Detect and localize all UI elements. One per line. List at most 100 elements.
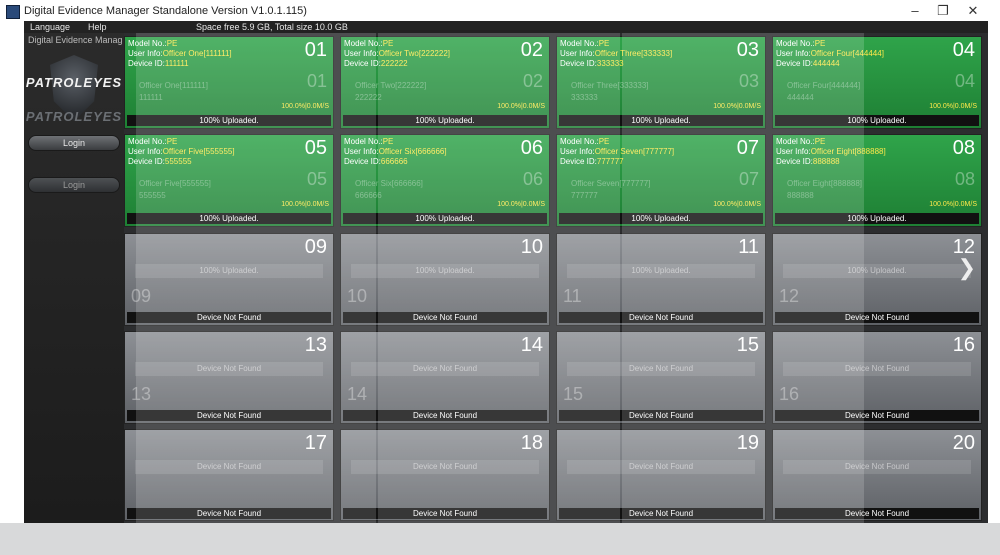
device-slot[interactable]: 09 100% Uploaded. 09 Device Not Found [124,233,334,326]
device-tile[interactable]: 02 Model No.:PE User Info:Officer Two[2222… [340,36,550,129]
device-field: Device ID:777777 [560,157,624,166]
device-slot[interactable]: 10 100% Uploaded. 10 Device Not Found [340,233,550,326]
title-bar: Digital Evidence Manager Standalone Vers… [0,0,1000,22]
slot-number: 09 [304,236,327,258]
device-number-ghost: 02 [522,71,543,91]
device-field: User Info:Officer Six[666666] [344,147,447,156]
device-slot[interactable]: 20 Device Not Found Device Not Found [772,429,982,521]
device-tile[interactable]: 03 Model No.:PE User Info:Officer Three[33… [556,36,766,129]
device-field: Model No.:PE [128,39,177,48]
slot-status: Device Not Found [343,312,547,323]
device-number: 04 [952,39,975,61]
field-value: 222222 [380,59,408,68]
device-tile[interactable]: 05 Model No.:PE User Info:Officer Five[555… [124,134,334,227]
field-label: Device ID: [128,157,165,166]
device-slot[interactable]: 17 Device Not Found Device Not Found [124,429,334,521]
device-field: Device ID:444444 [776,59,840,68]
device-field: Model No.:PE [128,137,177,146]
device-field: Device ID:888888 [776,157,840,166]
field-value: PE [814,137,826,146]
field-value: Officer Six[666666] [378,147,447,156]
minimize-button[interactable]: – [900,3,930,19]
slot-status: Device Not Found [559,410,763,421]
field-label: User Info: [344,49,379,58]
field-value: PE [166,137,178,146]
upload-status: 100% Uploaded. [559,115,763,126]
upload-status: 100% Uploaded. [559,213,763,224]
slot-status-ghost: Device Not Found [567,460,755,474]
logo: PATROLEYES [25,75,123,90]
slot-status-ghost: 100% Uploaded. [351,264,539,278]
field-label: Device ID: [344,59,381,68]
device-field: Device ID:111111 [128,59,189,68]
device-number-ghost: 07 [738,169,759,189]
field-value: Officer Five[555555] [162,147,235,156]
ghost-user: Officer Three[333333] [571,81,649,90]
menu-help[interactable]: Help [88,21,107,33]
device-tile[interactable]: 08 Model No.:PE User Info:Officer Eight[88… [772,134,982,227]
ghost-user: Officer Two[222222] [355,81,427,90]
device-number: 03 [736,39,759,61]
app-body: Digital Evidence Manag PATROLEYES PATROL… [24,33,988,523]
device-tile[interactable]: 07 Model No.:PE User Info:Officer Seven[77… [556,134,766,227]
device-field: User Info:Officer One[111111] [128,49,232,58]
upload-status: 100% Uploaded. [127,115,331,126]
device-slot[interactable]: 11 100% Uploaded. 11 Device Not Found [556,233,766,326]
ghost-id: 666666 [355,191,382,200]
upload-progress: 100.0%|0.0M/S [929,103,977,110]
field-label: Device ID: [344,157,381,166]
field-value: 333333 [596,59,624,68]
ghost-user: Officer Five[555555] [139,179,211,188]
next-page-icon[interactable]: ❯ [958,255,976,281]
menu-bar: Language Help Space free 5.9 GB, Total s… [24,21,988,33]
device-slot[interactable]: 18 Device Not Found Device Not Found [340,429,550,521]
upload-progress: 100.0%|0.0M/S [281,103,329,110]
device-field: Model No.:PE [560,39,609,48]
field-value: PE [382,137,394,146]
slot-number-ghost: 15 [563,384,584,404]
device-field: Model No.:PE [776,39,825,48]
bottom-band [0,523,1000,555]
device-number-ghost: 03 [738,71,759,91]
field-value: 777777 [596,157,624,166]
slot-number: 15 [736,334,759,356]
slot-status-ghost: Device Not Found [351,460,539,474]
device-number-ghost: 04 [954,71,975,91]
device-slot[interactable]: 14 Device Not Found 14 Device Not Found [340,331,550,424]
slot-status-ghost: 100% Uploaded. [135,264,323,278]
slot-status-ghost: Device Not Found [351,362,539,376]
field-value: Officer Four[444444] [810,49,884,58]
field-label: Model No.: [560,137,599,146]
ghost-id: 888888 [787,191,814,200]
device-tile[interactable]: 04 Model No.:PE User Info:Officer Four[444… [772,36,982,129]
device-tile[interactable]: 01 Model No.:PE User Info:Officer One[1111… [124,36,334,129]
device-slot[interactable]: 16 Device Not Found 16 Device Not Found [772,331,982,424]
device-slot[interactable]: 13 Device Not Found 13 Device Not Found [124,331,334,424]
device-field: Model No.:PE [560,137,609,146]
field-value: 888888 [812,157,840,166]
close-button[interactable]: ✕ [958,3,988,19]
storage-info: Space free 5.9 GB, Total size 10.0 GB [196,22,348,32]
slot-number: 17 [304,432,327,454]
field-value: Officer Two[222222] [378,49,450,58]
slot-number: 19 [736,432,759,454]
slot-number-ghost: 16 [779,384,800,404]
upload-status: 100% Uploaded. [775,213,979,224]
maximize-button[interactable]: ❐ [928,3,958,19]
device-slot[interactable]: 15 Device Not Found 15 Device Not Found [556,331,766,424]
slot-number-ghost: 09 [131,286,152,306]
login-button[interactable]: Login [28,135,120,151]
device-slot[interactable]: 19 Device Not Found Device Not Found [556,429,766,521]
device-tile[interactable]: 06 Model No.:PE User Info:Officer Six[6666… [340,134,550,227]
ghost-id: 444444 [787,93,814,102]
upload-progress: 100.0%|0.0M/S [497,103,545,110]
device-slot[interactable]: 12 100% Uploaded. 12 Device Not Found [772,233,982,326]
device-field: User Info:Officer Eight[888888] [776,147,886,156]
device-field: User Info:Officer Five[555555] [128,147,235,156]
field-value: Officer Three[333333] [594,49,673,58]
upload-progress: 100.0%|0.0M/S [497,201,545,208]
slot-status-ghost: Device Not Found [135,362,323,376]
device-number: 08 [952,137,975,159]
menu-language[interactable]: Language [30,21,70,33]
slot-number-ghost: 13 [131,384,152,404]
